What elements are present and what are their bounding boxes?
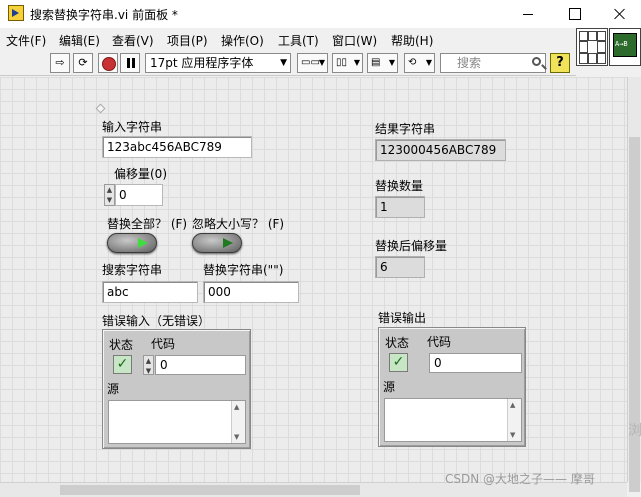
ignore-case-label: 忽略大小写？ (F) <box>192 217 285 231</box>
search-placeholder: 搜索 <box>457 56 482 70</box>
menu-file[interactable]: 文件(F) <box>6 32 46 49</box>
connector-terminal <box>597 53 606 64</box>
led-indicator <box>138 238 148 248</box>
menu-bar: 文件(F) 编辑(E) 查看(V) 项目(P) 操作(O) 工具(T) 窗口(W… <box>0 28 576 50</box>
dropdown-arrow-icon: ▼ <box>280 58 287 68</box>
connector-terminal <box>579 41 588 53</box>
horizontal-scroll-thumb[interactable] <box>60 485 360 495</box>
error-out-label: 错误输出 <box>378 311 427 325</box>
error-in-code-control[interactable]: 0 <box>155 355 246 375</box>
offset-after-indicator: 6 <box>375 256 425 278</box>
replace-all-label: 替换全部？ (F) <box>107 217 188 231</box>
maximize-button[interactable] <box>551 0 597 28</box>
error-out-status-label: 状态 <box>385 336 410 350</box>
front-panel <box>0 77 627 482</box>
result-string-label: 结果字符串 <box>375 122 436 136</box>
toolbar: ⇨ ⟳ 17pt 应用程序字体 ▼ ▭▭ ▼ ▯▯ ▼ ▤ ▼ ⟲ ▼ 搜索 ? <box>0 50 576 76</box>
context-help-button[interactable]: ? <box>550 53 570 73</box>
run-arrow-icon[interactable]: ⇨ <box>50 53 70 73</box>
error-in-code-increment-decrement[interactable]: ▲ ▼ <box>143 355 154 375</box>
offset-label: 偏移量(0) <box>114 167 167 181</box>
connector-terminal <box>588 31 597 41</box>
error-out-cluster: 状态 代码 ✓ 0 源 <box>378 327 526 447</box>
connector-terminal <box>579 53 588 64</box>
menu-operate[interactable]: 操作(O) <box>221 32 264 49</box>
source-scrollbar[interactable] <box>231 401 245 443</box>
search-string-control[interactable]: abc <box>102 281 198 303</box>
connector-pane-icon[interactable] <box>576 28 608 66</box>
pause-icon[interactable] <box>120 53 140 73</box>
error-out-status-checkmark-icon: ✓ <box>389 353 408 372</box>
title-bar: 搜索替换字符串.vi 前面板 * <box>0 0 641 28</box>
offset-after-label: 替换后偏移量 <box>375 239 448 253</box>
side-fragment-text: 浏 <box>628 423 641 439</box>
minimize-button[interactable] <box>505 0 551 28</box>
distribute-objects-icon[interactable]: ▯▯ ▼ <box>332 53 363 73</box>
window-title: 搜索替换字符串.vi 前面板 * <box>30 8 178 22</box>
replace-string-label: 替换字符串("") <box>203 263 284 277</box>
reorder-icon[interactable]: ⟲ ▼ <box>404 53 435 73</box>
input-string-control[interactable]: 123abc456ABC789 <box>102 136 252 158</box>
vi-icon[interactable] <box>609 28 641 66</box>
font-label: 17pt 应用程序字体 <box>150 56 254 70</box>
error-in-cluster: 状态 代码 ✓ ▲ ▼ 0 源 <box>102 329 251 449</box>
search-string-label: 搜索字符串 <box>102 263 163 277</box>
text-settings-dropdown[interactable]: 17pt 应用程序字体 ▼ <box>145 53 291 73</box>
result-string-indicator: 123000456ABC789 <box>375 139 506 161</box>
error-in-status-checkmark-icon[interactable]: ✓ <box>113 355 132 374</box>
input-string-label: 输入字符串 <box>102 120 163 134</box>
resize-objects-icon[interactable]: ▤ ▼ <box>367 53 398 73</box>
search-icon <box>532 57 541 66</box>
offset-increment-decrement[interactable]: ▲ ▼ <box>104 184 115 206</box>
abort-execution-icon[interactable] <box>98 53 118 73</box>
menu-view[interactable]: 查看(V) <box>112 32 154 49</box>
connector-terminal <box>597 31 606 41</box>
led-indicator <box>223 238 233 248</box>
error-out-code-indicator: 0 <box>429 353 522 373</box>
menu-help[interactable]: 帮助(H) <box>391 32 433 49</box>
replace-string-control[interactable]: 000 <box>203 281 299 303</box>
error-out-source-label: 源 <box>383 380 396 394</box>
connector-terminal <box>597 41 606 53</box>
error-in-source-control[interactable] <box>108 400 246 444</box>
replace-count-indicator: 1 <box>375 196 425 218</box>
error-out-source-indicator <box>384 398 522 442</box>
replace-count-label: 替换数量 <box>375 179 424 193</box>
error-in-label: 错误输入（无错误） <box>102 314 211 328</box>
source-scrollbar[interactable] <box>507 399 521 441</box>
error-in-source-label: 源 <box>107 382 120 396</box>
error-out-code-label: 代码 <box>427 335 452 349</box>
ignore-case-toggle[interactable] <box>192 233 242 253</box>
align-objects-icon[interactable]: ▭▭ ▼ <box>297 53 328 73</box>
error-in-code-label: 代码 <box>151 337 176 351</box>
labview-vi-icon <box>8 5 24 21</box>
connector-terminal <box>588 53 597 64</box>
offset-control[interactable]: 0 <box>115 184 163 206</box>
menu-edit[interactable]: 编辑(E) <box>59 32 100 49</box>
connector-terminal <box>579 31 588 41</box>
search-input[interactable]: 搜索 <box>440 53 546 73</box>
run-continuously-icon[interactable]: ⟳ <box>73 53 93 73</box>
close-button[interactable] <box>597 0 641 28</box>
search-replace-vi-icon <box>613 33 637 57</box>
menu-tools[interactable]: 工具(T) <box>278 32 319 49</box>
watermark-text: CSDN @大地之子—— 摩哥 <box>445 472 595 486</box>
error-in-status-label: 状态 <box>109 338 134 352</box>
replace-all-toggle[interactable] <box>107 233 157 253</box>
menu-window[interactable]: 窗口(W) <box>332 32 377 49</box>
menu-project[interactable]: 项目(P) <box>167 32 208 49</box>
